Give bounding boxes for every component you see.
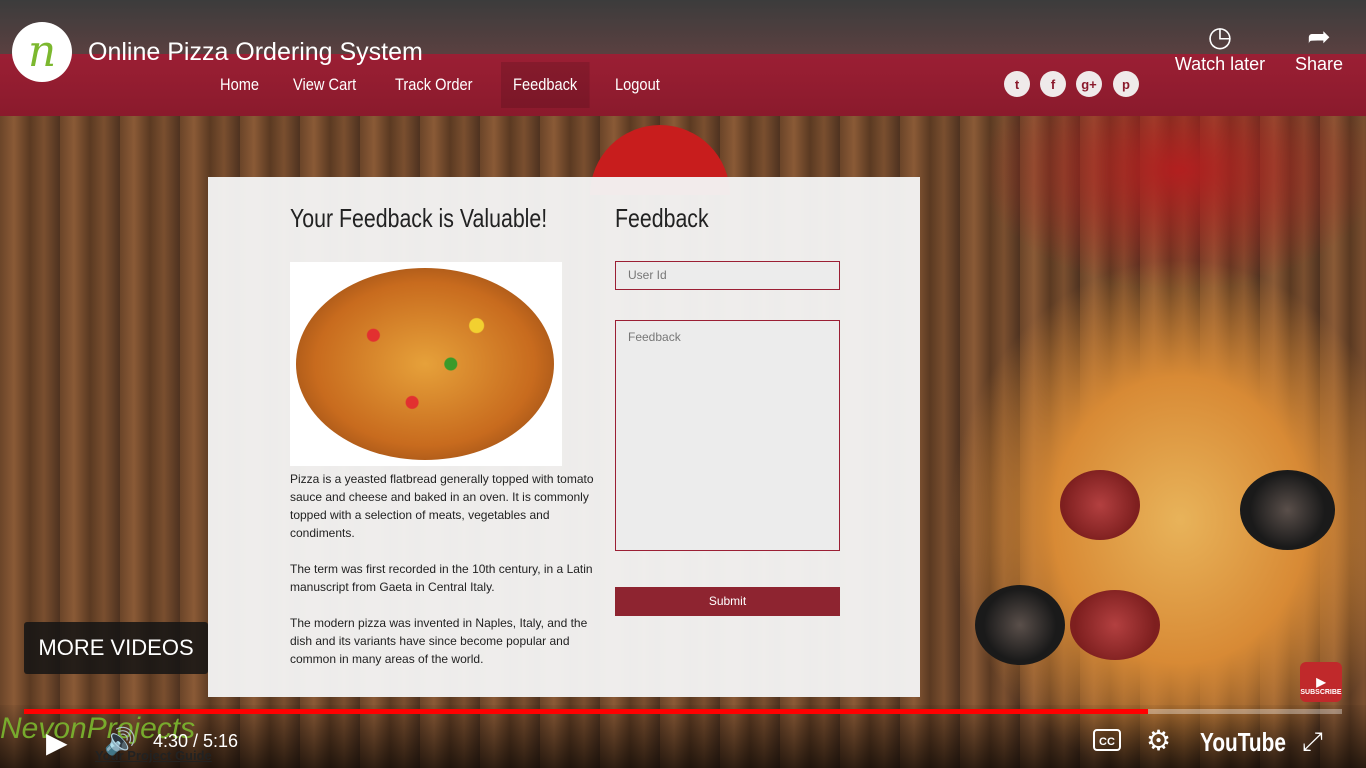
feedback-heading: Feedback xyxy=(615,203,709,233)
progress-bar[interactable] xyxy=(24,709,1342,714)
nav-feedback[interactable]: Feedback xyxy=(500,62,590,108)
salami-decoration xyxy=(1070,590,1160,660)
nav-track-order[interactable]: Track Order xyxy=(383,62,485,108)
captions-button[interactable]: CC xyxy=(1093,729,1121,751)
feedback-textarea[interactable]: Feedback xyxy=(615,320,840,551)
more-videos-button[interactable]: MORE VIDEOS xyxy=(24,622,208,674)
subscribe-label: SUBSCRIBE xyxy=(1300,689,1342,696)
description-paragraph: Pizza is a yeasted flatbread generally t… xyxy=(290,472,594,540)
nav-logout[interactable]: Logout xyxy=(603,62,672,108)
channel-logo[interactable]: n xyxy=(12,22,72,82)
share-icon: ➦ xyxy=(1307,21,1331,52)
time-display: 4:30 / 5:16 xyxy=(153,731,239,751)
pizza-image xyxy=(290,262,562,466)
submit-button[interactable]: Submit xyxy=(615,587,840,616)
clock-icon: ◷ xyxy=(1207,21,1233,52)
gear-icon: ⚙ xyxy=(1146,725,1172,756)
exit-fullscreen-button[interactable]: ⤢ xyxy=(1302,726,1323,758)
watch-later-label: Watch later xyxy=(1174,54,1266,74)
google-plus-icon[interactable]: g+ xyxy=(1076,71,1102,97)
olive-decoration xyxy=(1240,470,1335,550)
share-button[interactable]: ➦ Share xyxy=(1288,20,1350,75)
pizza-description: Pizza is a yeasted flatbread generally t… xyxy=(290,470,600,686)
pinterest-icon[interactable]: p xyxy=(1113,71,1139,97)
nav-home[interactable]: Home xyxy=(208,62,271,108)
facebook-icon[interactable]: f xyxy=(1040,71,1066,97)
settings-button[interactable]: ⚙ xyxy=(1146,724,1171,757)
youtube-logo[interactable]: YouTube xyxy=(1200,727,1286,758)
progress-played xyxy=(24,709,1149,714)
play-icon: ▶ xyxy=(46,727,68,758)
salami-decoration xyxy=(1060,470,1140,540)
left-heading: Your Feedback is Valuable! xyxy=(290,203,548,233)
play-icon: ▶ xyxy=(1316,675,1326,689)
description-paragraph: The term was first recorded in the 10th … xyxy=(290,562,593,594)
nav-view-cart[interactable]: View Cart xyxy=(281,62,368,108)
watch-later-button[interactable]: ◷ Watch later xyxy=(1168,20,1272,75)
description-paragraph: The modern pizza was invented in Naples,… xyxy=(290,616,588,666)
site-nav: Home View Cart Track Order Feedback Logo… xyxy=(208,62,683,108)
twitter-icon[interactable]: t xyxy=(1004,71,1030,97)
cc-icon: CC xyxy=(1099,736,1115,748)
subscribe-button[interactable]: ▶ SUBSCRIBE xyxy=(1300,662,1342,702)
share-label: Share xyxy=(1294,54,1344,74)
exit-fullscreen-icon: ⤢ xyxy=(1302,726,1323,756)
user-id-input[interactable]: User Id xyxy=(615,261,840,290)
volume-button[interactable]: 🔊 xyxy=(104,726,136,757)
olive-decoration xyxy=(975,585,1065,665)
play-button[interactable]: ▶ xyxy=(46,726,68,759)
volume-icon: 🔊 xyxy=(104,726,137,756)
